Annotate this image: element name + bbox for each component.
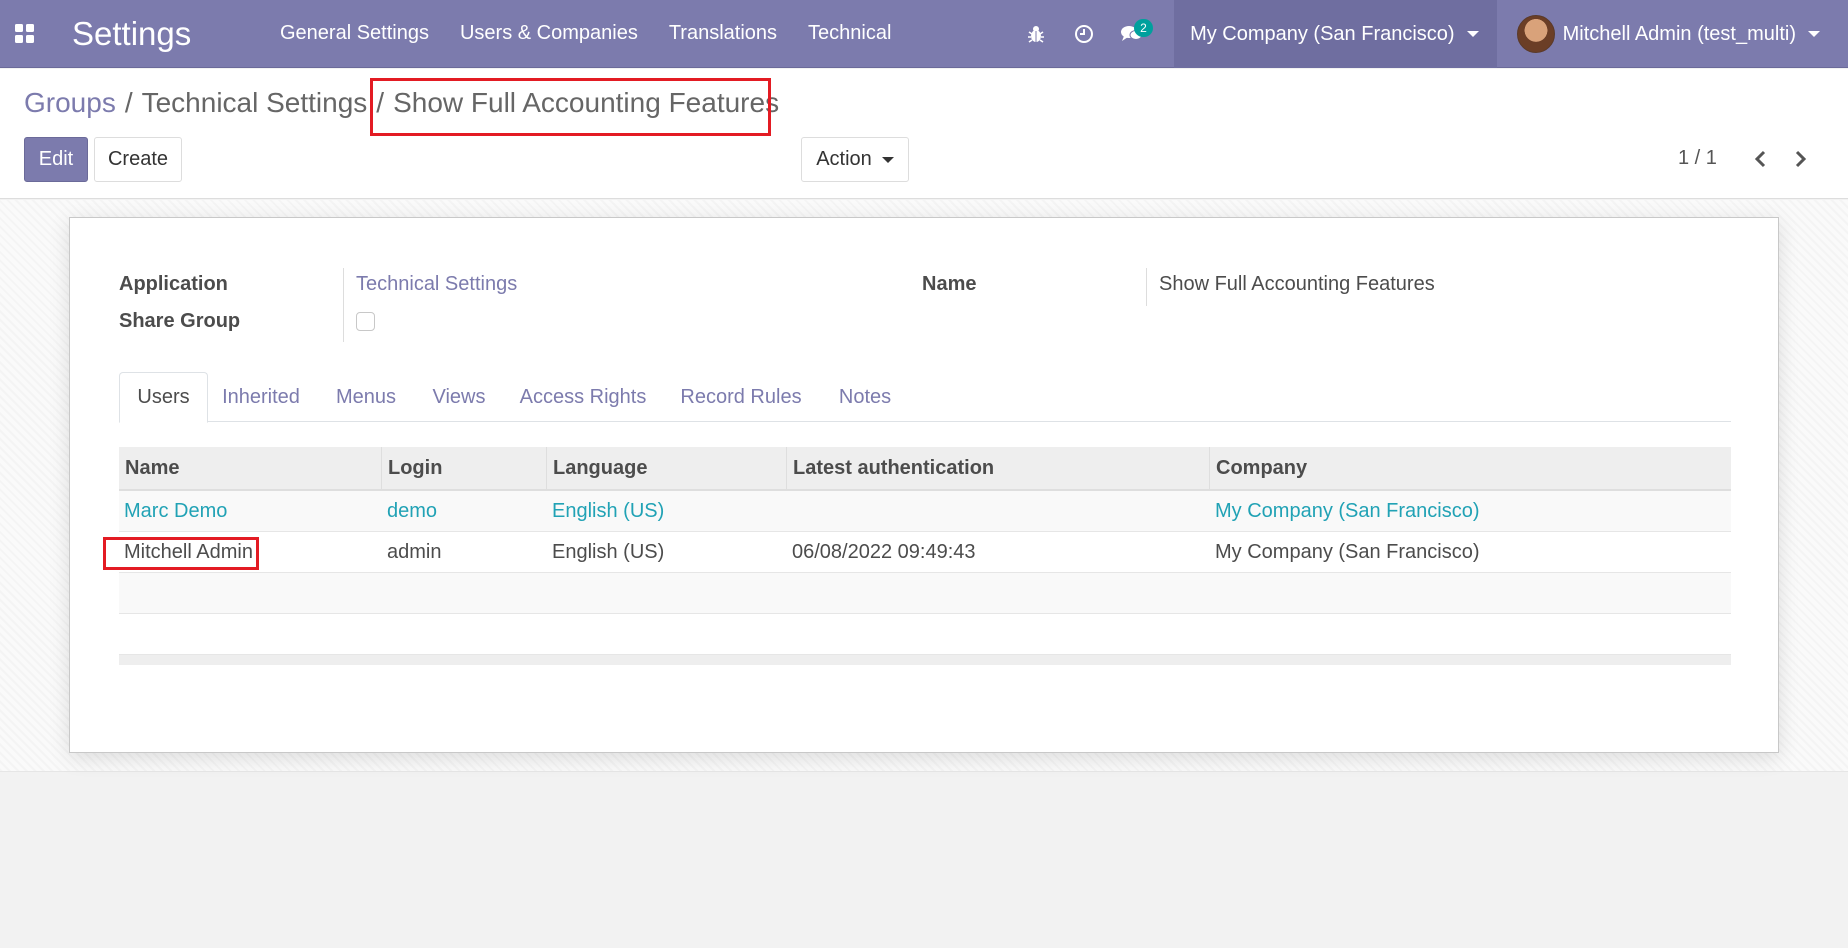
cell-latest-authentication[interactable] xyxy=(787,491,1210,531)
field-divider xyxy=(343,268,344,342)
cell-company[interactable]: My Company (San Francisco) xyxy=(1210,532,1731,572)
application-label: Application xyxy=(119,273,228,295)
notebook-tabs: Users Inherited Menus Views Access Right… xyxy=(119,372,1731,423)
name-label: Name xyxy=(922,273,977,295)
messages-button[interactable]: 2 xyxy=(1108,0,1156,68)
debug-button[interactable] xyxy=(1012,0,1060,68)
table-row[interactable]: Marc Demo demo English (US) My Company (… xyxy=(119,491,1731,532)
breadcrumb-separator: / xyxy=(124,87,133,118)
form-view: Application Technical Settings Share Gro… xyxy=(0,200,1848,772)
bug-icon xyxy=(1028,26,1045,43)
menu-translations[interactable]: Translations xyxy=(669,22,777,45)
tab-notes[interactable]: Notes xyxy=(828,372,902,422)
pager-next-button[interactable] xyxy=(1786,144,1816,174)
company-name: My Company (San Francisco) xyxy=(1190,22,1455,45)
control-panel: Groups / Technical Settings / Show Full … xyxy=(0,69,1848,199)
cell-language[interactable]: English (US) xyxy=(547,532,787,572)
cell-login[interactable]: admin xyxy=(382,532,547,572)
tab-users[interactable]: Users xyxy=(119,372,208,423)
action-label: Action xyxy=(816,148,872,170)
cell-company[interactable]: My Company (San Francisco) xyxy=(1210,491,1731,531)
apps-menu-button[interactable] xyxy=(0,0,48,68)
cell-latest-authentication[interactable]: 06/08/2022 09:49:43 xyxy=(787,532,1210,572)
field-divider xyxy=(1146,268,1147,306)
users-table: Name Login Language Latest authenticatio… xyxy=(119,447,1731,665)
tab-views[interactable]: Views xyxy=(424,372,494,422)
company-switcher[interactable]: My Company (San Francisco) xyxy=(1174,0,1497,68)
tab-menus[interactable]: Menus xyxy=(326,372,406,422)
caret-down-icon xyxy=(881,156,894,163)
share-group-label: Share Group xyxy=(119,310,241,332)
chevron-right-icon xyxy=(1795,150,1807,168)
breadcrumb-groups[interactable]: Groups xyxy=(24,87,116,119)
avatar xyxy=(1516,15,1555,53)
app-title: Settings xyxy=(72,14,192,52)
name-value: Show Full Accounting Features xyxy=(1159,273,1435,295)
edit-button[interactable]: Edit xyxy=(24,137,88,182)
menu-technical[interactable]: Technical xyxy=(808,22,891,45)
highlight-box-user xyxy=(103,537,259,570)
column-company[interactable]: Company xyxy=(1210,447,1731,489)
cell-login[interactable]: demo xyxy=(382,491,547,531)
clock-icon xyxy=(1075,25,1094,43)
message-count-badge: 2 xyxy=(1134,19,1153,37)
create-button[interactable]: Create xyxy=(94,137,182,182)
tab-inherited[interactable]: Inherited xyxy=(215,372,307,422)
empty-row xyxy=(119,573,1731,614)
column-name[interactable]: Name xyxy=(119,447,382,489)
column-latest-authentication[interactable]: Latest authentication xyxy=(787,447,1210,489)
navbar-right: 2 My Company (San Francisco) Mitchell Ad… xyxy=(1012,0,1848,68)
cell-name[interactable]: Marc Demo xyxy=(119,491,382,531)
caret-down-icon xyxy=(1466,31,1479,37)
apps-grid-icon xyxy=(14,24,34,43)
tab-record-rules[interactable]: Record Rules xyxy=(673,372,809,422)
user-name: Mitchell Admin (test_multi) xyxy=(1562,22,1796,45)
tab-access-rights[interactable]: Access Rights xyxy=(513,372,653,422)
user-menu[interactable]: Mitchell Admin (test_multi) xyxy=(1497,0,1848,68)
table-header: Name Login Language Latest authenticatio… xyxy=(119,447,1731,491)
column-login[interactable]: Login xyxy=(382,447,547,489)
activity-button[interactable] xyxy=(1060,0,1108,68)
action-dropdown[interactable]: Action xyxy=(801,137,909,182)
pager-previous-button[interactable] xyxy=(1745,144,1775,174)
main-menu: General Settings Users & Companies Trans… xyxy=(280,22,922,45)
cell-language[interactable]: English (US) xyxy=(547,491,787,531)
menu-users-companies[interactable]: Users & Companies xyxy=(460,22,638,45)
table-footer xyxy=(119,655,1731,665)
menu-general-settings[interactable]: General Settings xyxy=(280,22,429,45)
share-group-checkbox[interactable] xyxy=(356,312,375,331)
breadcrumb-technical-settings[interactable]: Technical Settings xyxy=(142,87,368,119)
top-navbar: Settings General Settings Users & Compan… xyxy=(0,0,1848,68)
caret-down-icon xyxy=(1808,31,1820,37)
pager-value[interactable]: 1 / 1 xyxy=(1678,147,1717,170)
empty-row xyxy=(119,614,1731,655)
highlight-box-title xyxy=(370,78,771,136)
table-row[interactable]: Mitchell Admin admin English (US) 06/08/… xyxy=(119,532,1731,573)
form-sheet: Application Technical Settings Share Gro… xyxy=(69,217,1779,753)
column-language[interactable]: Language xyxy=(547,447,787,489)
chevron-left-icon xyxy=(1754,150,1766,168)
application-link[interactable]: Technical Settings xyxy=(356,273,517,296)
